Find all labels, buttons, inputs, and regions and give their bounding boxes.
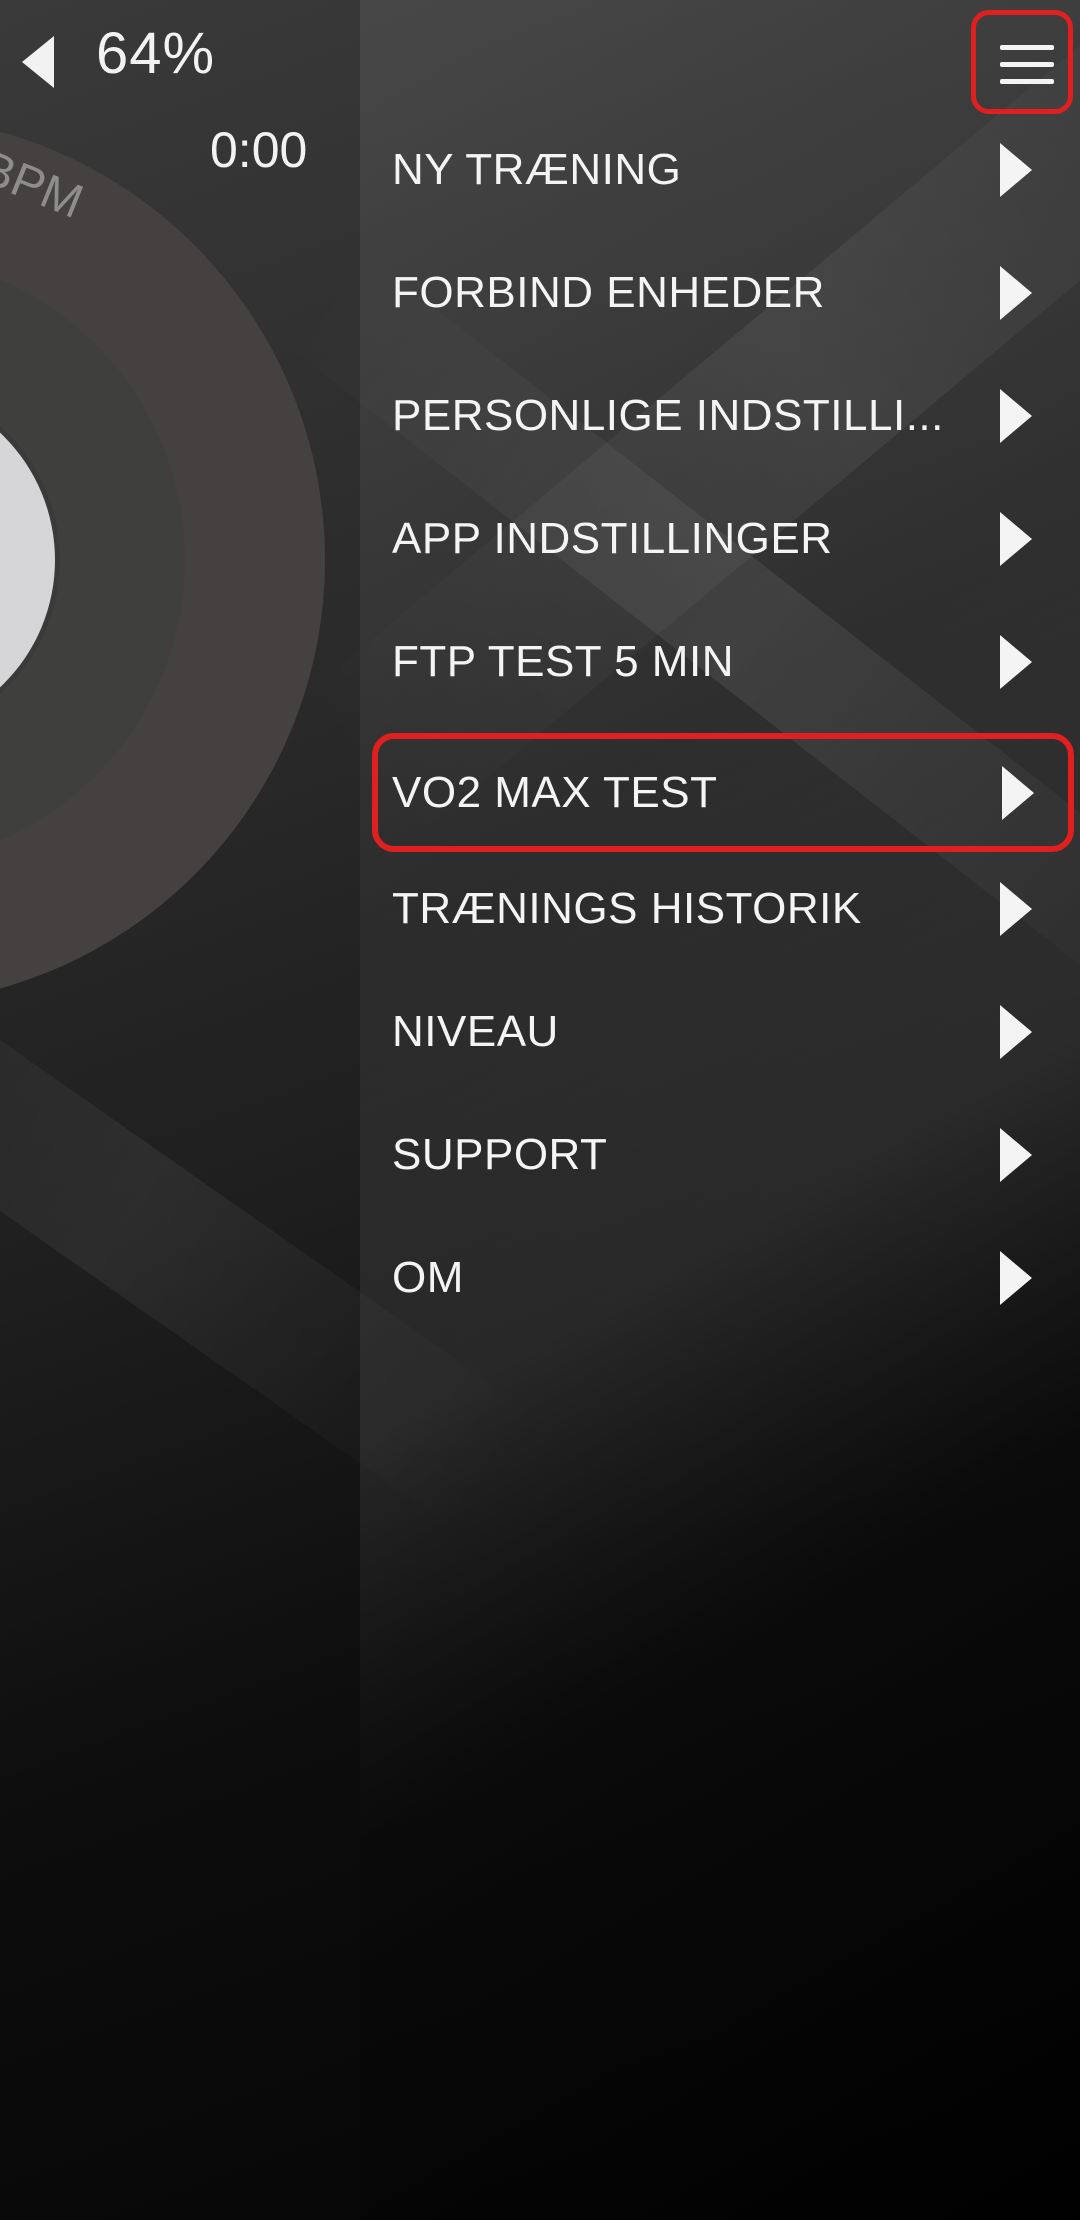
menu-item-traenings-historik[interactable]: TRÆNINGS HISTORIK (372, 854, 1072, 964)
menu-item-personlige-indstillinger[interactable]: PERSONLIGE INDSTILLI... (372, 361, 1072, 471)
menu-item-ftp-test[interactable]: FTP TEST 5 MIN (372, 607, 1072, 717)
hamburger-menu-icon[interactable] (971, 10, 1073, 114)
chevron-right-icon (1000, 389, 1032, 443)
menu-item-app-indstillinger[interactable]: APP INDSTILLINGER (372, 484, 1072, 594)
menu-item-label: FORBIND ENHEDER (392, 268, 825, 317)
app-screen: BPM 64% 0:00 NY TRÆNING FORBIND ENHEDER … (0, 0, 1080, 2220)
menu-item-forbind-enheder[interactable]: FORBIND ENHEDER (372, 238, 1072, 348)
battery-percent: 64% (96, 21, 216, 86)
menu-item-vo2-max-test[interactable]: VO2 MAX TEST (372, 733, 1074, 852)
menu-item-label: NY TRÆNING (392, 145, 682, 194)
menu-item-label: PERSONLIGE INDSTILLI... (392, 391, 944, 440)
chevron-right-icon (1000, 512, 1032, 566)
chevron-right-icon (1000, 1251, 1032, 1305)
chevron-right-icon (1000, 882, 1032, 936)
menu-item-label: APP INDSTILLINGER (392, 514, 833, 563)
menu-item-label: VO2 MAX TEST (392, 767, 718, 817)
menu-item-label: NIVEAU (392, 1007, 559, 1056)
workout-panel: BPM 64% 0:00 (0, 0, 360, 2220)
menu-item-label: OM (392, 1253, 464, 1302)
menu-item-support[interactable]: SUPPORT (372, 1100, 1072, 1210)
menu-item-label: TRÆNINGS HISTORIK (392, 884, 862, 933)
chevron-right-icon (1002, 765, 1034, 820)
workout-timer: 0:00 (210, 122, 308, 178)
chevron-right-icon (1000, 143, 1032, 197)
chevron-right-icon (1000, 266, 1032, 320)
menu-item-label: SUPPORT (392, 1130, 608, 1179)
menu-item-niveau[interactable]: NIVEAU (372, 977, 1072, 1087)
menu-item-ny-traening[interactable]: NY TRÆNING (372, 115, 1072, 225)
chevron-right-icon (1000, 1005, 1032, 1059)
back-arrow-icon[interactable] (20, 34, 56, 90)
chevron-right-icon (1000, 635, 1032, 689)
menu-item-label: FTP TEST 5 MIN (392, 637, 734, 686)
menu-item-om[interactable]: OM (372, 1223, 1072, 1333)
chevron-right-icon (1000, 1128, 1032, 1182)
